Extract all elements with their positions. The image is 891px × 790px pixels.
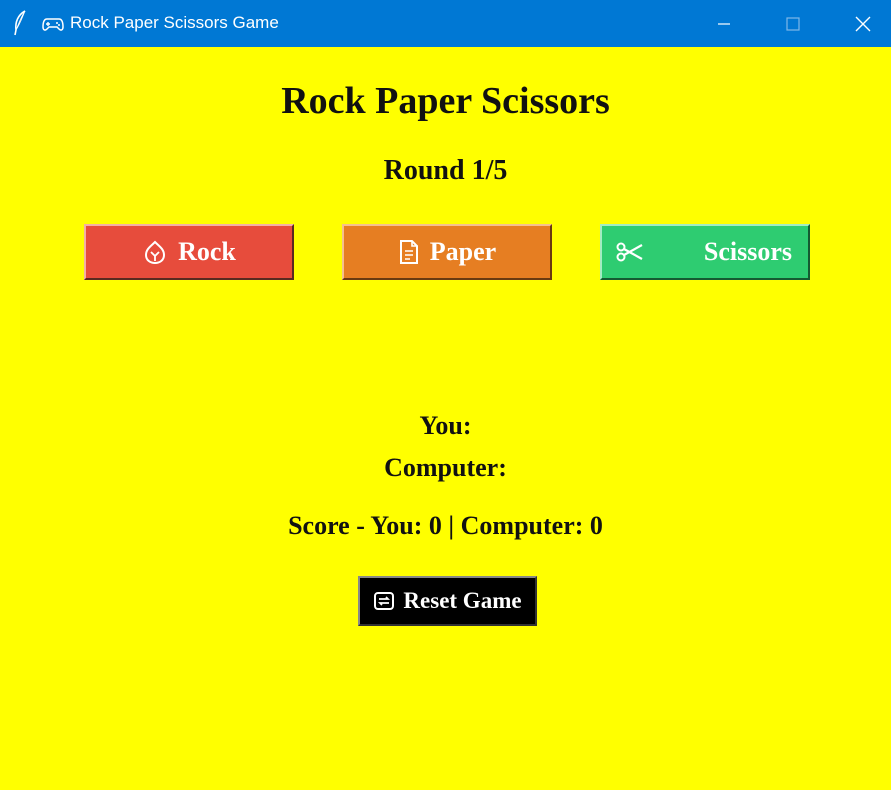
window-title: Rock Paper Scissors Game	[70, 13, 279, 32]
paper-label: Paper	[429, 237, 497, 266]
rock-button[interactable]: Rock	[84, 224, 294, 280]
maximize-icon	[786, 16, 800, 31]
reset-label: Reset Game	[403, 588, 522, 613]
minimize-button[interactable]	[689, 0, 759, 47]
computer-choice-label: Computer:	[384, 453, 507, 482]
window-titlebar: Rock Paper Scissors Game	[0, 0, 891, 47]
game-title: Rock Paper Scissors	[281, 80, 610, 122]
rock-label: Rock	[178, 237, 236, 266]
player-choice-label: You:	[419, 411, 472, 440]
reset-game-button[interactable]: Reset Game	[358, 576, 537, 626]
feather-icon	[14, 10, 26, 36]
game-area: Rock Paper Scissors Round 1/5 Rock Paper…	[0, 47, 891, 790]
paper-icon	[399, 240, 418, 264]
paper-button[interactable]: Paper	[342, 224, 552, 280]
maximize-button[interactable]	[758, 0, 828, 47]
scissors-button[interactable]: Scissors	[600, 224, 810, 280]
close-button[interactable]	[828, 0, 891, 47]
gamepad-icon	[42, 18, 64, 31]
scissors-icon	[616, 242, 643, 262]
rock-icon	[145, 240, 166, 265]
score-display: Score - You: 0 | Computer: 0	[288, 511, 603, 540]
scissors-label: Scissors	[703, 237, 792, 266]
close-icon	[855, 16, 871, 31]
reset-icon	[374, 592, 395, 610]
round-indicator: Round 1/5	[383, 155, 508, 186]
minimize-icon	[718, 22, 730, 25]
